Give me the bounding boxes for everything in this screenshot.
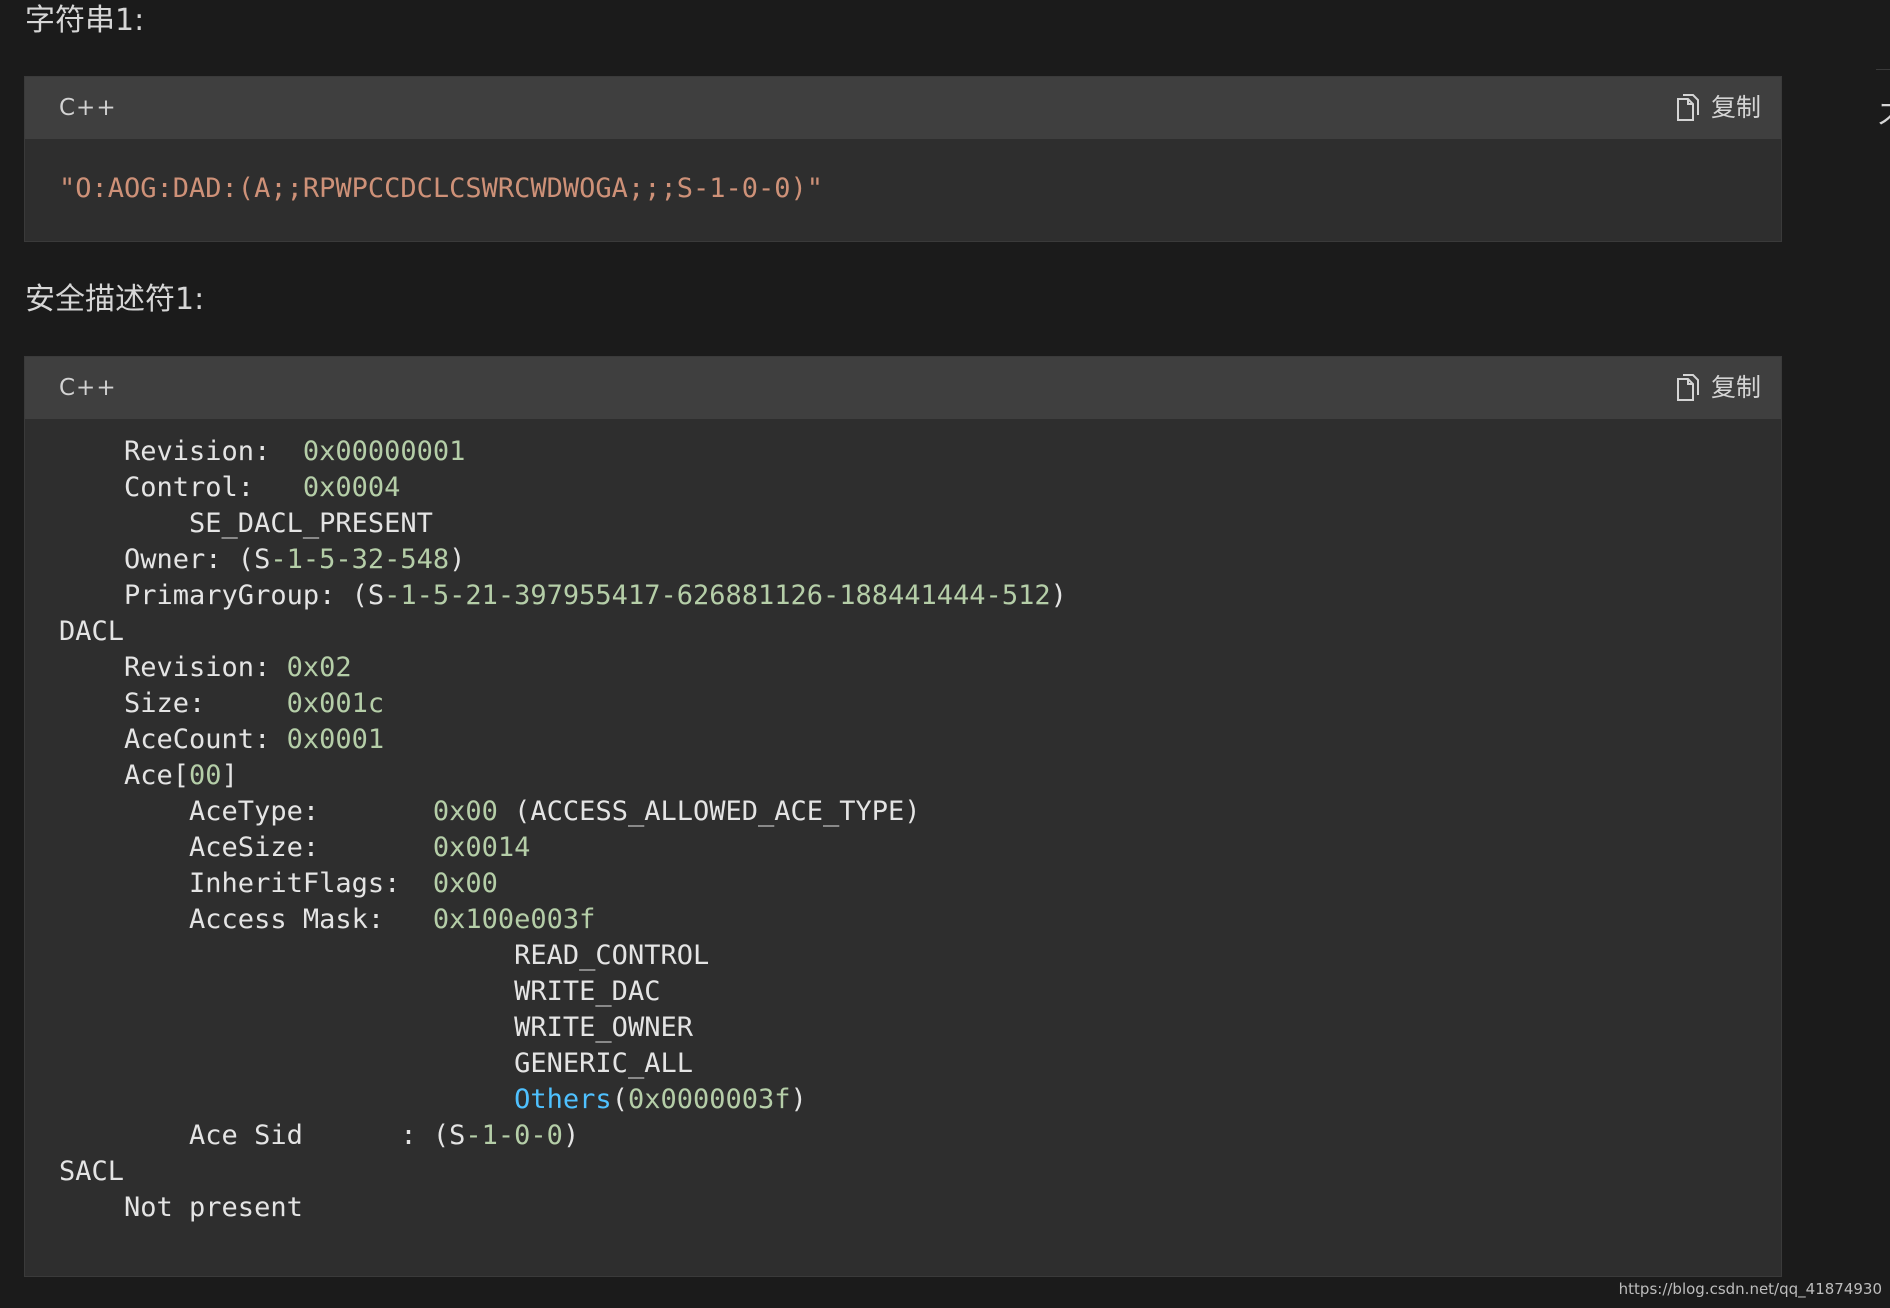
code-line: Not present — [59, 1192, 303, 1223]
code-line: PrimaryGroup: (S-1-5-21-397955417-626881… — [59, 580, 1067, 611]
code-line: AceType: 0x00 (ACCESS_ALLOWED_ACE_TYPE) — [59, 796, 921, 827]
code-line: Revision: 0x00000001 — [59, 436, 466, 467]
code-block-header: C++ 复制 — [25, 77, 1781, 139]
code-line: WRITE_OWNER — [59, 1012, 693, 1043]
code-line: SACL — [59, 1156, 125, 1187]
section-heading: 安全描述符1: — [25, 282, 205, 317]
section-heading: 字符串1: — [25, 3, 145, 38]
watermark: https://blog.csdn.net/qq_41874930 — [1618, 1280, 1882, 1298]
code-content: "O:AOG:DAD:(A;;RPWPCCDCLCSWRCWDWOGA;;;S-… — [25, 139, 1781, 207]
code-line: SE_DACL_PRESENT — [59, 508, 433, 539]
sidebar-partial-text: ズ — [1877, 92, 1890, 132]
code-line: Ace Sid : (S-1-0-0) — [59, 1120, 580, 1151]
code-string-literal: "O:AOG:DAD:(A;;RPWPCCDCLCSWRCWDWOGA;;;S-… — [59, 173, 824, 204]
code-content: Revision: 0x00000001 Control: 0x0004 SE_… — [25, 419, 1781, 1226]
copy-button-label: 复制 — [1710, 93, 1761, 122]
page: 字符串1: C++ 复制 "O:AOG:DAD:(A;;RPWPCCDCLCSW… — [0, 0, 1890, 1308]
code-line: AceSize: 0x0014 — [59, 832, 531, 863]
copy-button[interactable]: 复制 — [1675, 92, 1761, 124]
code-line: Ace[00] — [59, 760, 238, 791]
code-line: Size: 0x001c — [59, 688, 385, 719]
code-line: Others(0x0000003f) — [514, 1084, 807, 1115]
code-line: AceCount: 0x0001 — [59, 724, 385, 755]
code-language-label: C++ — [59, 95, 117, 121]
code-line: DACL — [59, 616, 125, 647]
code-line: WRITE_DAC — [59, 976, 661, 1007]
code-line: Revision: 0x02 — [59, 652, 352, 683]
code-block: C++ 复制 Revision: 0x00000001 Control: 0x0… — [24, 356, 1782, 1277]
code-line: READ_CONTROL — [59, 940, 710, 971]
code-line: Owner: (S-1-5-32-548) — [59, 544, 466, 575]
code-line: InheritFlags: 0x00 — [59, 868, 498, 899]
code-line: Control: 0x0004 — [59, 472, 401, 503]
code-block: C++ 复制 "O:AOG:DAD:(A;;RPWPCCDCLCSWRCWDWO… — [24, 76, 1782, 242]
copy-icon — [1675, 374, 1701, 402]
code-line: GENERIC_ALL — [59, 1048, 693, 1079]
code-block-header: C++ 复制 — [25, 357, 1781, 419]
copy-button[interactable]: 复制 — [1675, 372, 1761, 404]
code-language-label: C++ — [59, 375, 117, 401]
code-line: Access Mask: 0x100e003f — [59, 904, 596, 935]
copy-icon — [1675, 94, 1701, 122]
sidebar-divider — [1876, 69, 1890, 70]
copy-button-label: 复制 — [1710, 373, 1761, 402]
